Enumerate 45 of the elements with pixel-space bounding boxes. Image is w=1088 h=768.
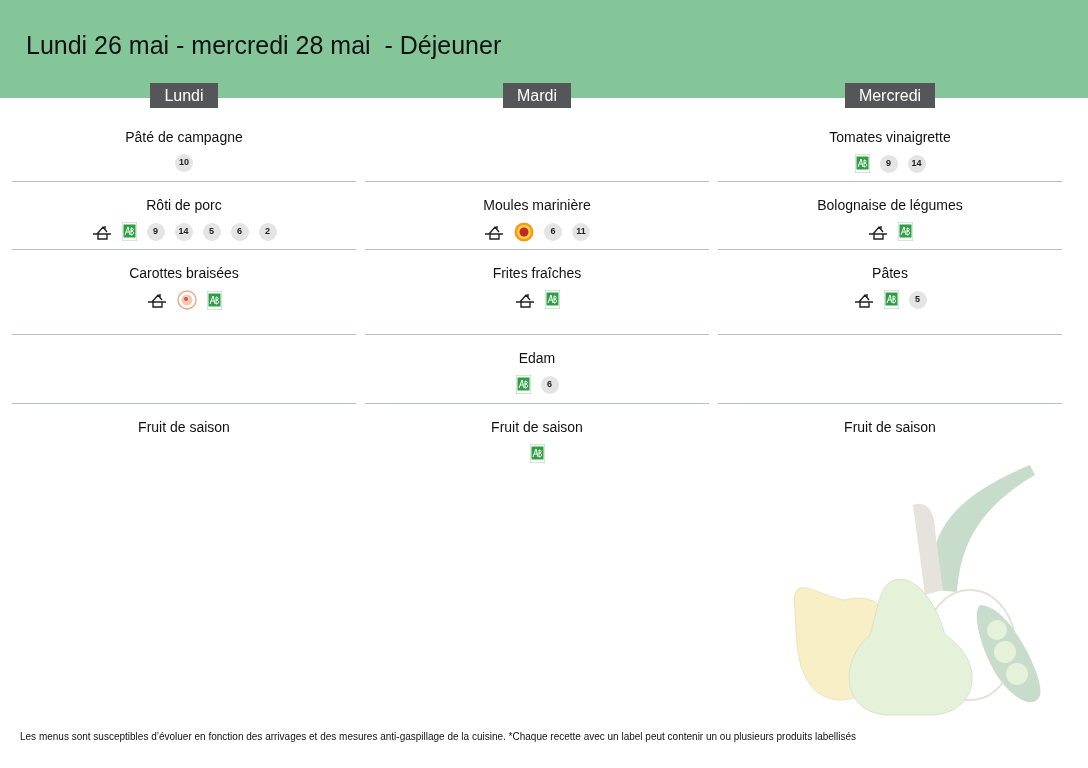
organic-label-icon (206, 290, 222, 310)
allergen-number: 14 (174, 222, 193, 241)
dish-name: Frites fraîches (492, 264, 582, 283)
house-icon (867, 223, 888, 240)
dish-name: Bolognaise de légumes (817, 196, 963, 215)
allergen-number: 6 (230, 222, 249, 241)
seal-icon (176, 290, 197, 310)
menu-title: Lundi 26 mai - mercredi 28 mai - Déjeuner (26, 30, 503, 60)
house-icon (853, 291, 874, 308)
day-heading: Mercredi (844, 83, 936, 108)
allergen-number: 5 (202, 222, 221, 241)
organic-label-icon (854, 154, 870, 173)
seal-icon (514, 222, 534, 242)
allergen-number: 14 (907, 154, 926, 173)
organic-label-icon (121, 222, 137, 241)
dish-name: Pâtes (872, 264, 908, 283)
allergen-number: 9 (146, 222, 165, 241)
dish-name: Carottes braisées (129, 264, 239, 283)
footer-note: Les menus sont susceptibles d’évoluer en fonction des arrivages et des mesures anti-gaspillage de la cuisine. *Chaque recette avec un label peut contenir un ou plusieurs produits labellisés (20, 730, 857, 744)
dish-name: Rôti de porc (146, 196, 222, 215)
house-icon (91, 223, 112, 240)
allergen-number: 5 (908, 290, 927, 309)
organic-label-icon (897, 222, 913, 241)
allergen-number: 6 (540, 375, 559, 394)
dish-name: Fruit de saison (491, 418, 583, 437)
dish-name: Edam (518, 349, 556, 368)
allergen-number: 2 (258, 222, 277, 241)
dish-name: Tomates vinaigrette (829, 128, 951, 147)
dish-name: Fruit de saison (844, 418, 936, 437)
house-icon (146, 292, 167, 308)
organic-label-icon (529, 444, 545, 463)
dish-name: Moules marinière (483, 196, 591, 215)
allergen-number: 11 (572, 223, 590, 241)
organic-label-icon (883, 290, 899, 309)
day-heading: Lundi (150, 83, 218, 108)
organic-label-icon (544, 290, 560, 309)
organic-label-icon (515, 375, 531, 394)
house-icon (484, 224, 504, 240)
allergen-number: 6 (544, 223, 562, 241)
house-icon (514, 291, 535, 308)
day-heading: Mardi (503, 83, 571, 108)
allergen-number: 9 (879, 154, 898, 173)
dish-name: Fruit de saison (138, 418, 230, 437)
dish-name: Pâté de campagne (125, 128, 243, 147)
allergen-number: 10 (175, 154, 193, 172)
